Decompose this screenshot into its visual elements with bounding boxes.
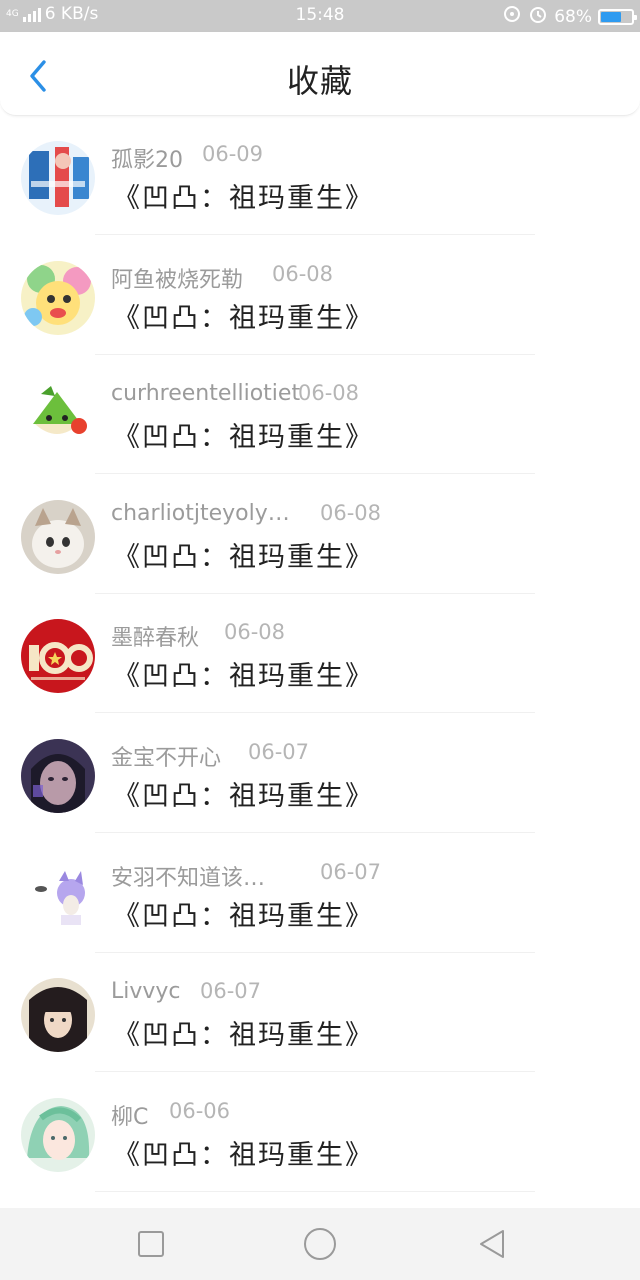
list-item[interactable]: 安羽不知道该… 06-07 《凹凸：祖玛重生》 xyxy=(0,834,640,954)
user-name: 金宝不开心 xyxy=(111,745,222,771)
work-title[interactable]: 《凹凸：祖玛重生》 xyxy=(113,654,374,693)
post-date: 06-08 xyxy=(272,261,334,286)
post-date: 06-08 xyxy=(298,381,360,406)
status-right: 68% xyxy=(502,4,637,29)
avatar[interactable] xyxy=(21,1097,95,1172)
avatar[interactable] xyxy=(21,738,95,813)
post-date: 06-06 xyxy=(169,1098,231,1123)
list-item[interactable]: curhreentelliotiet 06-08 《凹凸：祖玛重生》 xyxy=(0,355,640,475)
avatar[interactable] xyxy=(21,260,95,335)
avatar[interactable] xyxy=(21,380,95,455)
battery-percent: 68% xyxy=(554,6,592,27)
work-title[interactable]: 《凹凸：祖玛重生》 xyxy=(113,894,374,933)
work-title[interactable]: 《凹凸：祖玛重生》 xyxy=(113,296,374,335)
list-item[interactable]: 阿鱼被烧死勒 06-08 《凹凸：祖玛重生》 xyxy=(0,236,640,356)
post-date: 06-07 xyxy=(200,979,262,1004)
divider xyxy=(95,1190,535,1192)
status-bar: 4G 6 KB/s 15:48 68% xyxy=(0,0,640,32)
favorites-list: 孤影20 06-09 《凹凸：祖玛重生》 阿鱼被烧死勒 06-08 《凹凸：祖玛… xyxy=(0,116,640,1192)
avatar[interactable] xyxy=(21,141,95,215)
system-nav-bar xyxy=(0,1208,640,1280)
user-name: 安羽不知道该… xyxy=(111,865,266,891)
list-item[interactable]: 金宝不开心 06-07 《凹凸：祖玛重生》 xyxy=(0,714,640,834)
square-icon xyxy=(138,1231,164,1257)
work-title[interactable]: 《凹凸：祖玛重生》 xyxy=(113,176,374,215)
nav-back-button[interactable] xyxy=(474,1226,510,1262)
post-date: 06-08 xyxy=(224,620,286,645)
work-title[interactable]: 《凹凸：祖玛重生》 xyxy=(113,1013,374,1052)
recent-apps-button[interactable] xyxy=(133,1226,169,1262)
header: 收藏 xyxy=(0,32,640,116)
list-item[interactable]: charliotjteyoly… 06-08 《凹凸：祖玛重生》 xyxy=(0,475,640,595)
battery-icon xyxy=(598,8,637,25)
avatar[interactable] xyxy=(21,858,95,933)
home-button[interactable] xyxy=(302,1226,338,1262)
post-date: 06-07 xyxy=(248,739,310,764)
circle-icon xyxy=(304,1228,336,1260)
list-item[interactable]: Livvyc 06-07 《凹凸：祖玛重生》 xyxy=(0,953,640,1073)
work-title[interactable]: 《凹凸：祖玛重生》 xyxy=(113,774,374,813)
list-item[interactable]: 墨醉春秋 06-08 《凹凸：祖玛重生》 xyxy=(0,594,640,714)
user-name: 墨醉春秋 xyxy=(111,626,200,652)
work-title[interactable]: 《凹凸：祖玛重生》 xyxy=(113,1133,374,1172)
post-date: 06-08 xyxy=(320,500,382,525)
user-name: charliotjteyoly… xyxy=(111,500,290,526)
avatar[interactable] xyxy=(21,978,95,1053)
user-name: curhreentelliotiet xyxy=(111,381,301,407)
page-title: 收藏 xyxy=(286,62,353,100)
work-title[interactable]: 《凹凸：祖玛重生》 xyxy=(113,535,374,574)
alarm-icon xyxy=(528,4,548,29)
avatar[interactable] xyxy=(21,499,95,574)
user-name: 孤影20 xyxy=(111,148,183,173)
list-item[interactable]: 柳C 06-06 《凹凸：祖玛重生》 xyxy=(0,1073,640,1193)
work-title[interactable]: 《凹凸：祖玛重生》 xyxy=(113,415,374,454)
user-name: 阿鱼被烧死勒 xyxy=(111,267,244,293)
list-item[interactable]: 孤影20 06-09 《凹凸：祖玛重生》 xyxy=(0,116,640,236)
user-name: Livvyc xyxy=(111,979,181,1005)
post-date: 06-07 xyxy=(320,859,382,884)
sync-icon xyxy=(502,4,522,29)
user-name: 柳C xyxy=(111,1104,149,1130)
avatar[interactable] xyxy=(21,619,95,694)
status-time: 15:48 xyxy=(295,5,345,25)
post-date: 06-09 xyxy=(202,142,264,166)
triangle-back-icon xyxy=(480,1230,504,1258)
